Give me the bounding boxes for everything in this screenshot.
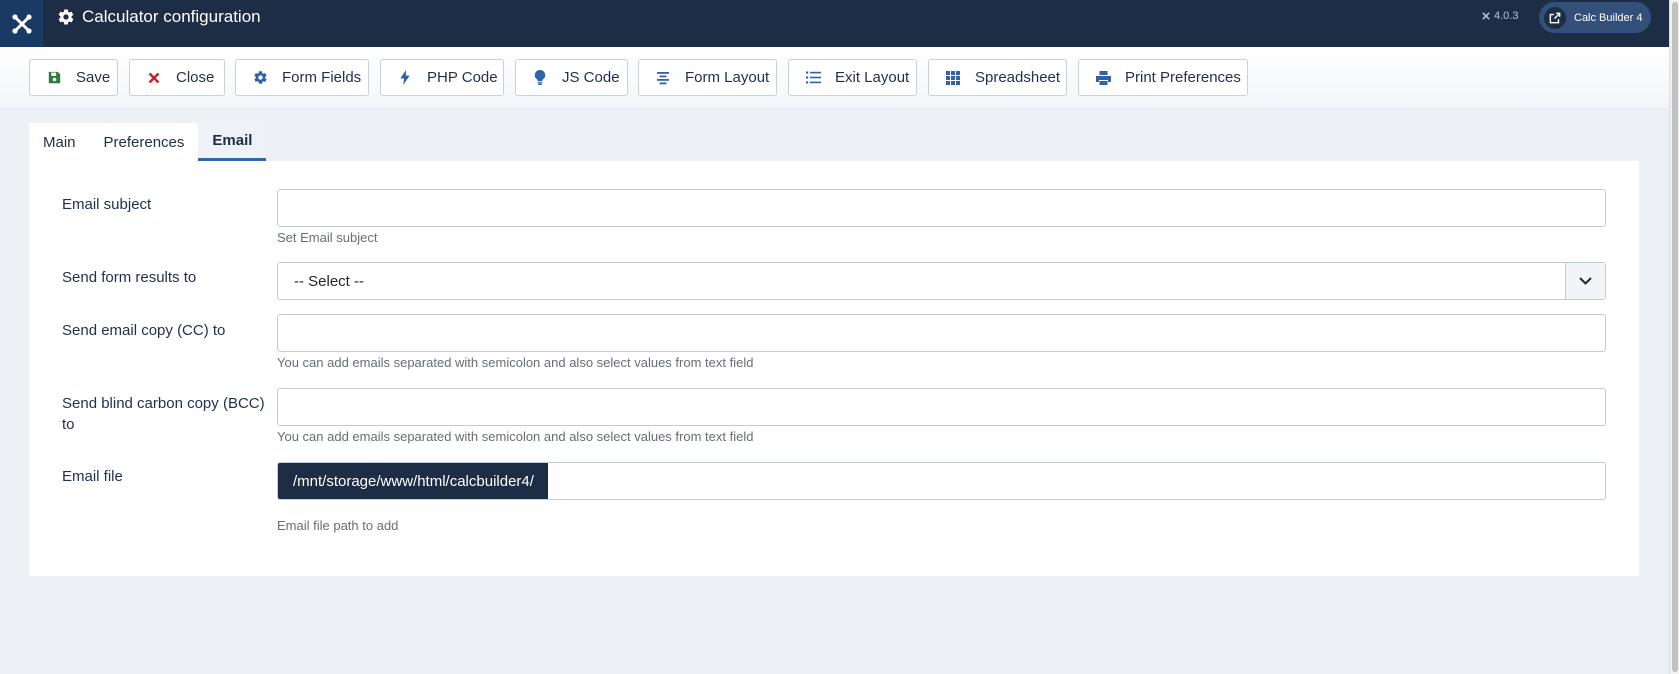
bolt-icon [397,70,413,86]
form-fields-label: Form Fields [282,69,362,86]
joomla-icon [11,13,32,34]
exit-layout-button[interactable]: Exit Layout [788,59,917,96]
tab-main[interactable]: Main [29,123,90,161]
external-link-icon [1544,6,1566,29]
page-title-wrap: Calculator configuration [57,0,261,34]
send-results-label: Send form results to [62,269,197,286]
gear-icon [57,8,75,26]
print-preferences-label: Print Preferences [1125,69,1241,86]
calc-builder-link-button[interactable]: Calc Builder 4 [1539,2,1651,33]
close-label: Close [176,69,215,86]
email-file-input-group[interactable]: /mnt/storage/www/html/calcbuilder4/ [277,462,1606,500]
email-file-path-prefix: /mnt/storage/www/html/calcbuilder4/ [278,463,548,499]
save-label: Save [76,69,111,86]
list-icon [805,70,821,86]
page-title: Calculator configuration [82,7,261,26]
form-layout-button[interactable]: Form Layout [638,59,777,96]
cc-label: Send email copy (CC) to [62,322,226,339]
joomla-small-icon [1482,12,1490,20]
cc-hint: You can add emails separated with semico… [277,355,754,370]
page-scrollbar[interactable] [1669,0,1679,674]
spreadsheet-button[interactable]: Spreadsheet [928,59,1067,96]
exit-layout-label: Exit Layout [835,69,910,86]
chevron-down-icon[interactable] [1565,263,1605,299]
bcc-input[interactable] [277,388,1606,426]
close-button[interactable]: Close [129,59,225,96]
js-code-button[interactable]: JS Code [515,59,628,96]
js-code-label: JS Code [562,69,620,86]
grid-icon [945,70,961,86]
joomla-logo[interactable] [0,0,43,47]
version-text: 4.0.3 [1494,10,1519,22]
top-header: Calculator configuration 4.0.3 Calc Buil… [0,0,1669,47]
bcc-label-line1: Send blind carbon copy (BCC) [62,395,265,412]
php-code-label: PHP Code [427,69,498,86]
bcc-label-line2: to [62,416,75,433]
version-label: 4.0.3 [1481,10,1518,22]
cc-input[interactable] [277,314,1606,352]
php-code-button[interactable]: PHP Code [380,59,504,96]
spreadsheet-label: Spreadsheet [975,69,1061,86]
send-results-select[interactable]: -- Select -- [277,262,1606,300]
send-results-selected: -- Select -- [294,273,365,290]
print-preferences-button[interactable]: Print Preferences [1078,59,1248,96]
tab-list: Main Preferences Email [29,123,267,161]
gear-icon [252,70,268,86]
email-subject-input[interactable] [277,189,1606,227]
save-button[interactable]: Save [29,59,118,96]
form-layout-label: Form Layout [685,69,770,86]
email-file-hint: Email file path to add [277,518,399,533]
tab-email[interactable]: Email [198,123,267,161]
form-fields-button[interactable]: Form Fields [235,59,369,96]
toolbar: Save Close Form Fields PHP Code JS Code … [0,47,1669,109]
lightbulb-icon [532,70,548,86]
email-file-label: Email file [62,468,123,485]
save-icon [46,70,62,86]
email-subject-label: Email subject [62,196,152,213]
email-subject-hint: Set Email subject [277,230,378,245]
calc-builder-label: Calc Builder 4 [1574,11,1643,24]
scrollbar-thumb[interactable] [1672,2,1678,672]
tab-preferences[interactable]: Preferences [90,123,199,161]
bcc-label: Send blind carbon copy (BCC) to [62,393,265,435]
bcc-hint: You can add emails separated with semico… [277,429,754,444]
align-center-icon [655,70,671,86]
print-icon [1095,70,1111,86]
email-settings-panel: Email subject Set Email subject Send for… [29,161,1639,576]
close-icon [146,70,162,86]
